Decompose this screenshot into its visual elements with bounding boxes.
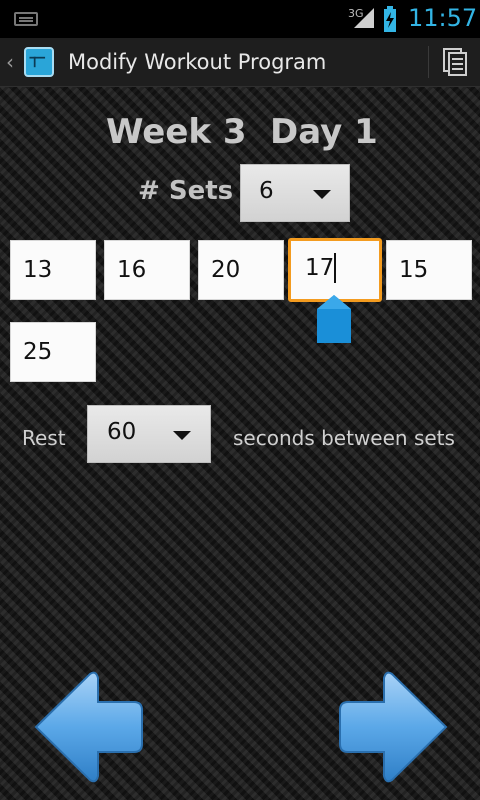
rep-field-5[interactable]: 15: [386, 240, 472, 300]
rep-field-3[interactable]: 20: [198, 240, 284, 300]
signal-icon: [354, 8, 374, 28]
rep-field-1[interactable]: 13: [10, 240, 96, 300]
week-label: Week 3: [106, 112, 247, 152]
rest-value: 60: [107, 419, 137, 445]
battery-charging-icon: [384, 6, 396, 32]
rep-value: 16: [117, 257, 147, 283]
rep-field-2[interactable]: 16: [104, 240, 190, 300]
rest-suffix: seconds between sets: [233, 426, 455, 450]
action-bar-divider: [428, 46, 429, 78]
rest-spinner[interactable]: 60: [87, 405, 211, 463]
day-label: Day 1: [270, 112, 378, 152]
keyboard-icon: [14, 12, 38, 26]
rep-value: 25: [23, 339, 53, 365]
cursor-handle-icon[interactable]: [315, 293, 353, 345]
rest-label: Rest: [22, 426, 66, 450]
clock: 11:57: [408, 4, 478, 32]
sets-value: 6: [259, 178, 274, 204]
sets-spinner[interactable]: 6: [240, 164, 350, 222]
chevron-down-icon: [173, 431, 191, 440]
rep-value: 15: [399, 257, 429, 283]
status-bar: 3G 11:57: [0, 0, 480, 38]
right-arrow-icon[interactable]: [334, 668, 454, 786]
action-bar: ‹ Modify Workout Program: [0, 38, 480, 87]
text-cursor: [334, 253, 336, 283]
app-icon[interactable]: [24, 47, 54, 77]
rep-value: 20: [211, 257, 241, 283]
page-title: Modify Workout Program: [68, 50, 327, 74]
rep-value: 13: [23, 257, 53, 283]
left-arrow-icon[interactable]: [28, 668, 148, 786]
rep-value: 17: [305, 255, 335, 281]
document-icon[interactable]: [441, 47, 469, 77]
up-caret-icon[interactable]: ‹: [6, 50, 14, 74]
sets-label: # Sets: [138, 176, 234, 206]
chevron-down-icon: [313, 190, 331, 199]
rep-field-6[interactable]: 25: [10, 322, 96, 382]
